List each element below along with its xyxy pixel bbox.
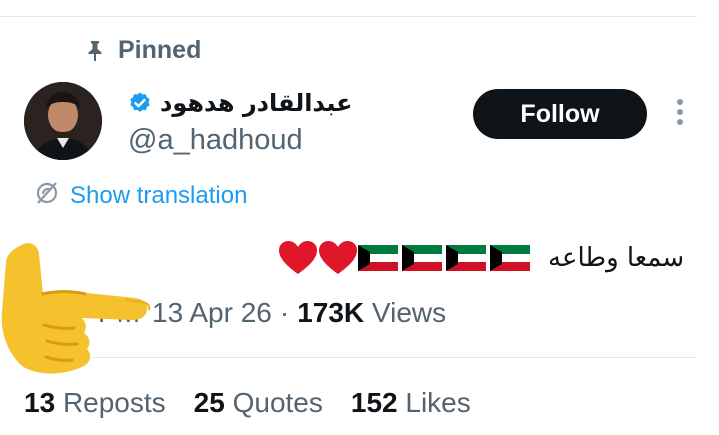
quotes-label: Quotes — [232, 387, 323, 418]
backhand-index-pointing-right-emoji — [1, 243, 151, 374]
author-block: عبدالقادر هدهود @a_hadhoud — [128, 86, 353, 157]
avatar[interactable] — [24, 82, 102, 160]
verified-badge-icon — [128, 91, 152, 115]
show-translation-label[interactable]: Show translation — [70, 182, 247, 210]
tweet-emojis — [278, 240, 534, 276]
views-label: Views — [371, 297, 447, 328]
kuwait-flag-emoji — [490, 245, 530, 271]
tweet-text: سمعا وطاعه — [548, 243, 685, 273]
author-handle[interactable]: @a_hadhoud — [128, 124, 353, 157]
tweet-meta: 13 Apr 26 · 173K Views — [152, 297, 446, 329]
translate-icon — [34, 180, 60, 211]
pinned-label: Pinned — [118, 36, 202, 64]
top-divider — [0, 16, 697, 17]
author-display-name[interactable]: عبدالقادر هدهود — [160, 89, 353, 117]
kuwait-flag-emoji — [402, 245, 442, 271]
quotes-count: 25 — [193, 387, 225, 418]
quotes-stat[interactable]: 25 Quotes — [194, 387, 323, 419]
red-heart-emoji — [279, 241, 317, 274]
tweet-body: سمعا وطاعه — [278, 240, 684, 276]
likes-count: 152 — [350, 387, 398, 418]
red-heart-emoji — [319, 241, 357, 274]
views-count: 173K — [297, 297, 365, 328]
tweet-date[interactable]: 13 Apr 26 — [152, 297, 272, 329]
pinned-indicator: Pinned — [86, 36, 201, 65]
show-translation-link[interactable]: Show translation — [34, 180, 247, 211]
meta-separator: · — [279, 297, 290, 328]
more-options-icon[interactable] — [668, 99, 692, 133]
author-name-row[interactable]: عبدالقادر هدهود — [128, 86, 353, 120]
likes-stat[interactable]: 152 Likes — [351, 387, 471, 419]
kuwait-flag-emoji — [446, 245, 486, 271]
likes-label: Likes — [405, 387, 471, 418]
follow-button[interactable]: Follow — [473, 89, 647, 139]
kuwait-flag-emoji — [358, 245, 398, 271]
pin-icon — [86, 40, 104, 62]
